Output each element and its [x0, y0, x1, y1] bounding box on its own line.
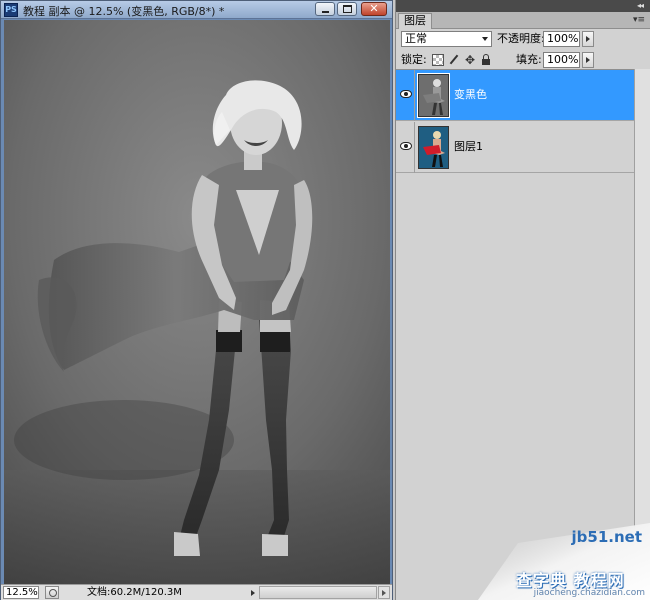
- vertical-scrollbar[interactable]: [634, 69, 650, 600]
- fill-slider-button[interactable]: [582, 52, 594, 68]
- opacity-slider-button[interactable]: [582, 31, 594, 47]
- eye-icon: [400, 142, 412, 150]
- opacity-field[interactable]: 100%: [543, 31, 580, 47]
- close-icon: ✕: [369, 2, 379, 15]
- watermark-subtitle: jiaocheng.chazidian.com: [533, 588, 645, 598]
- photoshop-icon: PS: [4, 3, 18, 17]
- maximize-button[interactable]: [337, 2, 357, 16]
- layer-thumbnail: [418, 74, 449, 117]
- horizontal-scrollbar[interactable]: [259, 586, 377, 599]
- status-menu-icon[interactable]: [45, 586, 59, 599]
- lock-position-icon[interactable]: ✥: [464, 54, 476, 66]
- document-title: 教程 副本 @ 12.5% (变黑色, RGB/8*) *: [23, 5, 225, 18]
- panel-header-strip: ◂◂: [396, 0, 650, 12]
- chevron-down-icon: [482, 37, 488, 41]
- lock-label: 锁定:: [401, 53, 427, 66]
- zoom-level-field[interactable]: 12.5%: [3, 586, 39, 599]
- blend-mode-value: 正常: [405, 32, 427, 45]
- layer-list: 变黑色 图层1: [396, 69, 634, 600]
- layer-thumbnail: [418, 126, 449, 169]
- tab-layers[interactable]: 图层: [398, 13, 432, 29]
- eye-icon: [400, 90, 412, 98]
- status-arrow-icon[interactable]: [251, 590, 255, 596]
- maximize-icon: [343, 5, 352, 13]
- document-window: PS 教程 副本 @ 12.5% (变黑色, RGB/8*) * ✕ 12.5%…: [0, 0, 393, 600]
- panel-tab-row: 图层 ▾≡: [396, 12, 650, 29]
- fill-label: 填充:: [516, 53, 542, 66]
- panel-menu-icon[interactable]: ▾≡: [633, 15, 645, 25]
- layer-name[interactable]: 变黑色: [454, 88, 487, 102]
- close-button[interactable]: ✕: [361, 2, 387, 16]
- watermark-host: jb51.net: [571, 528, 642, 546]
- document-statusbar: 12.5% 文档:60.2M/120.3M: [1, 584, 392, 600]
- lock-transparent-pixels-icon[interactable]: [432, 54, 444, 66]
- layer-row[interactable]: 变黑色: [396, 70, 634, 121]
- watermark: jb51.net 查字典 教程网 jiaocheng.chazidian.com: [478, 523, 650, 600]
- minimize-button[interactable]: [315, 2, 335, 16]
- layer-row[interactable]: 图层1: [396, 122, 634, 173]
- fill-field[interactable]: 100%: [543, 52, 580, 68]
- blend-mode-select[interactable]: 正常: [401, 31, 492, 47]
- canvas-photo: [4, 20, 390, 585]
- document-canvas[interactable]: [4, 20, 390, 585]
- visibility-toggle[interactable]: [398, 70, 415, 121]
- collapse-panel-icon[interactable]: ◂◂: [637, 2, 644, 10]
- scroll-right-button[interactable]: [378, 586, 390, 599]
- document-size-info: 文档:60.2M/120.3M: [87, 587, 182, 598]
- layer-name[interactable]: 图层1: [454, 140, 483, 154]
- lock-all-icon[interactable]: [480, 54, 492, 66]
- document-titlebar[interactable]: PS 教程 副本 @ 12.5% (变黑色, RGB/8*) * ✕: [1, 1, 392, 19]
- minimize-icon: [322, 11, 329, 13]
- visibility-toggle[interactable]: [398, 122, 415, 173]
- opacity-label: 不透明度:: [497, 32, 545, 45]
- layers-panel: ◂◂ 图层 ▾≡ 正常 不透明度: 100% 锁定: ✥ 填充: 100% 变黑…: [395, 0, 650, 600]
- lock-image-pixels-icon[interactable]: [448, 54, 460, 66]
